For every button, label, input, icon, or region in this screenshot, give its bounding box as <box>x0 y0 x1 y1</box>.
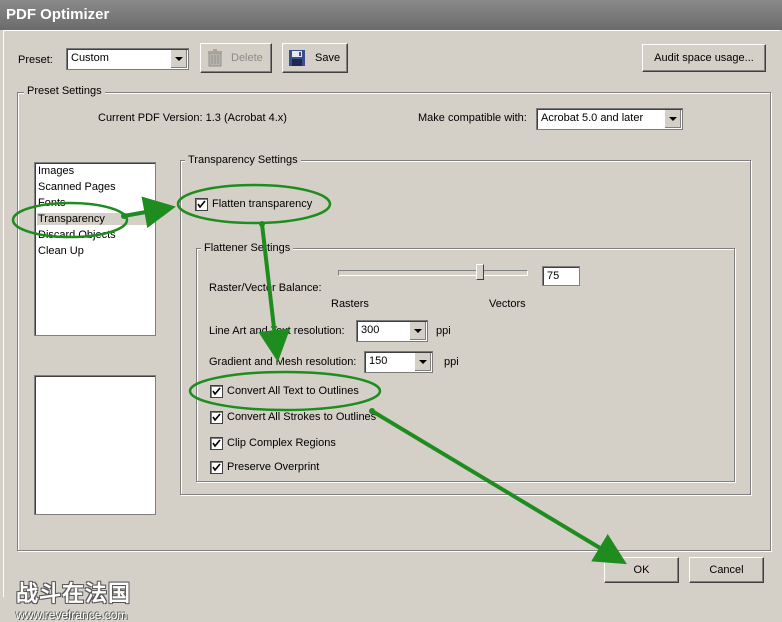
save-button-label: Save <box>315 52 341 64</box>
ok-button[interactable]: OK <box>604 557 679 583</box>
watermark-url: www.revefrance.com <box>16 608 128 622</box>
pdf-optimizer-dialog: Preset: Custom Delete Save Audit space u… <box>3 30 780 622</box>
gradient-mesh-resolution-select[interactable]: 150 <box>364 351 433 373</box>
audit-button-label: Audit space usage... <box>654 52 754 64</box>
delete-button-label: Delete <box>231 52 263 64</box>
delete-button[interactable]: Delete <box>200 43 272 73</box>
preset-label: Preset: <box>18 54 53 66</box>
category-item[interactable]: Fonts <box>37 197 152 209</box>
option-checkbox[interactable] <box>210 385 223 398</box>
cancel-button-label: Cancel <box>709 564 744 576</box>
balance-slider-thumb[interactable] <box>476 264 484 280</box>
line-art-resolution-select[interactable]: 300 <box>356 320 428 342</box>
flatten-transparency-label[interactable]: Flatten transparency <box>212 198 312 210</box>
preset-select[interactable]: Custom <box>66 48 189 70</box>
chevron-down-icon[interactable] <box>414 353 431 371</box>
checkmark-icon <box>212 387 221 396</box>
category-list[interactable]: Images Scanned Pages Fonts Transparency Disc… <box>34 162 156 336</box>
option-checkbox[interactable] <box>210 411 223 424</box>
description-box <box>34 375 156 515</box>
title-bar: PDF Optimizer <box>0 0 782 30</box>
preset-settings-label: Preset Settings <box>24 85 105 97</box>
cancel-button[interactable]: Cancel <box>689 557 764 583</box>
category-item[interactable]: Clean Up <box>37 245 152 257</box>
balance-slider-track[interactable] <box>338 264 528 280</box>
ok-button-label: OK <box>633 564 650 576</box>
category-item[interactable]: Images <box>37 165 152 177</box>
audit-space-usage-button[interactable]: Audit space usage... <box>642 44 766 72</box>
vectors-label: Vectors <box>489 298 526 310</box>
line-art-unit: ppi <box>436 325 451 337</box>
window-title: PDF Optimizer <box>6 6 110 23</box>
flatten-transparency-checkbox[interactable] <box>195 198 208 211</box>
checkmark-icon <box>212 439 221 448</box>
gradient-mesh-unit: ppi <box>444 356 459 368</box>
category-item[interactable]: Scanned Pages <box>37 181 152 193</box>
category-item[interactable]: Transparency <box>37 213 152 225</box>
chevron-down-icon[interactable] <box>664 110 681 128</box>
line-art-resolution-value: 300 <box>361 324 380 336</box>
flattener-settings-label: Flattener Settings <box>201 242 294 254</box>
option-label[interactable]: Convert All Strokes to Outlines <box>227 411 376 423</box>
transparency-settings-label: Transparency Settings <box>185 154 301 166</box>
option-checkbox[interactable] <box>210 437 223 450</box>
checkmark-icon <box>212 413 221 422</box>
raster-vector-balance-label: Raster/Vector Balance: <box>209 282 322 294</box>
checkmark-icon <box>197 200 206 209</box>
make-compatible-value: Acrobat 5.0 and later <box>541 112 644 124</box>
floppy-disk-icon <box>289 50 305 69</box>
preset-select-value: Custom <box>71 52 109 64</box>
make-compatible-select[interactable]: Acrobat 5.0 and later <box>536 108 683 130</box>
chevron-down-icon[interactable] <box>409 322 426 340</box>
watermark: 战斗在法国 www.revefrance.com <box>16 576 131 622</box>
line-art-resolution-label: Line Art and Text resolution: <box>209 325 345 337</box>
current-pdf-version: Current PDF Version: 1.3 (Acrobat 4.x) <box>98 112 287 124</box>
option-label[interactable]: Clip Complex Regions <box>227 437 336 449</box>
balance-value-field[interactable]: 75 <box>542 266 580 286</box>
watermark-chinese: 战斗在法国 <box>16 581 132 606</box>
make-compatible-label: Make compatible with: <box>418 112 527 124</box>
save-button[interactable]: Save <box>282 43 348 73</box>
option-label[interactable]: Convert All Text to Outlines <box>227 385 359 397</box>
option-checkbox[interactable] <box>210 461 223 474</box>
gradient-mesh-resolution-label: Gradient and Mesh resolution: <box>209 356 357 368</box>
chevron-down-icon[interactable] <box>170 50 187 68</box>
checkmark-icon <box>212 463 221 472</box>
balance-value: 75 <box>547 270 560 282</box>
gradient-mesh-resolution-value: 150 <box>369 355 388 367</box>
trash-icon <box>207 49 223 70</box>
rasters-label: Rasters <box>331 298 369 310</box>
option-label[interactable]: Preserve Overprint <box>227 461 319 473</box>
category-item[interactable]: Discard Objects <box>37 229 152 241</box>
